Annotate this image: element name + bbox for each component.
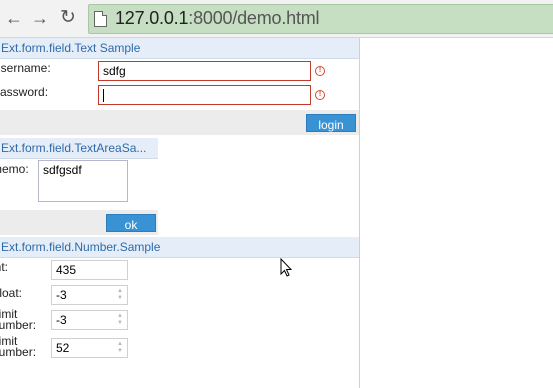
limit-number-field-1[interactable]: -3 ▲ ▼	[51, 310, 128, 330]
limit-label-2: Limit number:	[0, 335, 37, 359]
forward-arrow-icon[interactable]: →	[28, 6, 52, 30]
textarea-panel-header: Ext.form.field.TextAreaSa...	[0, 138, 158, 159]
username-field[interactable]: sdfg	[98, 61, 311, 81]
address-bar[interactable]: 127.0.0.1:8000/demo.html	[88, 4, 553, 34]
browser-toolbar: ← → ↻ 127.0.0.1:8000/demo.html	[0, 0, 553, 38]
panel-title: Ext.form.field.Number.Sample	[1, 240, 161, 254]
memo-value: sdfgsdf	[43, 163, 82, 177]
ok-button[interactable]: ok	[106, 214, 156, 232]
login-button[interactable]: login	[306, 114, 356, 132]
memo-label: memo:	[0, 162, 29, 176]
int-value: 435	[56, 263, 77, 277]
text-caret	[103, 89, 104, 102]
url-text: 127.0.0.1:8000/demo.html	[115, 8, 320, 28]
int-label: int:	[0, 260, 9, 274]
int-number-field[interactable]: 435	[51, 260, 128, 280]
password-field[interactable]	[98, 85, 311, 105]
limit-number-field-2[interactable]: 52 ▲ ▼	[51, 338, 128, 358]
number-panel-header: Ext.form.field.Number.Sample	[0, 237, 359, 258]
back-arrow-icon[interactable]: ←	[2, 6, 26, 30]
page-content: Ext.form.field.Text Sample Username: sdf…	[0, 38, 360, 388]
panel-title: Ext.form.field.TextAreaSa...	[1, 141, 147, 155]
spinner-arrows-icon[interactable]: ▲ ▼	[116, 313, 124, 327]
reload-icon[interactable]: ↻	[56, 6, 80, 30]
float-value: -3	[56, 288, 67, 302]
limit-value-1: -3	[56, 313, 67, 327]
page-icon	[94, 11, 107, 27]
error-icon: !	[315, 90, 325, 100]
limit-label-line2: number:	[0, 318, 37, 332]
username-label: Username:	[0, 61, 51, 75]
username-value: sdfg	[103, 64, 126, 78]
password-label: Password:	[0, 85, 49, 99]
text-panel-header: Ext.form.field.Text Sample	[0, 38, 359, 59]
float-label: Float:	[0, 286, 23, 300]
limit-label-line2: number:	[0, 345, 37, 359]
panel-title: Ext.form.field.Text Sample	[1, 41, 141, 55]
limit-label-1: Limit number:	[0, 308, 37, 332]
mouse-cursor-icon	[280, 258, 293, 277]
memo-textarea[interactable]: sdfgsdf	[38, 160, 128, 202]
spinner-arrows-icon[interactable]: ▲ ▼	[116, 341, 124, 355]
spinner-arrows-icon[interactable]: ▲ ▼	[116, 288, 124, 302]
limit-value-2: 52	[56, 341, 70, 355]
float-number-field[interactable]: -3 ▲ ▼	[51, 285, 128, 305]
error-icon: !	[315, 66, 325, 76]
